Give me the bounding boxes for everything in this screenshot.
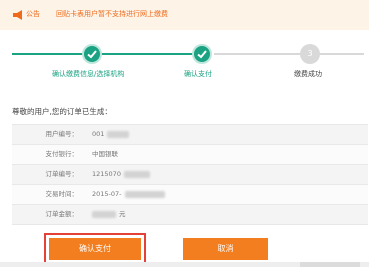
progress-line-complete xyxy=(12,53,202,55)
confirm-payment-button[interactable]: 确认支付 xyxy=(49,238,141,260)
notice-text: 回贴卡表用户暂不支持进行网上缴费 xyxy=(56,10,168,18)
step-1-label: 确认缴费信息/选择机构 xyxy=(52,70,125,78)
order-info-row-user-id: 用户编号： 001 xyxy=(12,125,368,145)
bank-label: 支付银行： xyxy=(45,150,79,158)
step-3-number: 3 xyxy=(300,44,320,64)
order-info-row-time: 交易时间： 2015-07- xyxy=(12,185,368,205)
progress-line-pending xyxy=(214,53,364,55)
amount-label: 订单金额： xyxy=(45,210,79,218)
bottom-status-icons xyxy=(300,262,360,267)
bank-value: 中国银联 xyxy=(92,150,118,158)
notice-bar: 公告 回贴卡表用户暂不支持进行网上缴费 xyxy=(0,0,369,30)
megaphone-icon xyxy=(13,10,22,20)
progress-steps: 确认缴费信息/选择机构 确认支付 3 缴费成功 xyxy=(0,36,369,86)
order-info-table: 用户编号： 001 支付银行： 中国银联 订单编号： 1215070 交易时间：… xyxy=(12,124,368,225)
order-info-row-order-number: 订单编号： 1215070 xyxy=(12,165,368,185)
time-value: 2015-07- xyxy=(92,189,165,199)
order-number-label: 订单编号： xyxy=(45,170,79,178)
notice-tag: 公告 xyxy=(26,10,40,18)
user-id-value: 001 xyxy=(92,129,130,139)
user-id-label: 用户编号： xyxy=(45,130,79,138)
order-info-row-amount: 订单金额： 元 xyxy=(12,205,368,225)
order-info-row-bank: 支付银行： 中国银联 xyxy=(12,145,368,165)
step-2-label: 确认支付 xyxy=(184,70,212,78)
amount-value: 元 xyxy=(92,209,126,219)
order-number-value: 1215070 xyxy=(92,169,150,179)
step-3-label: 缴费成功 xyxy=(294,70,322,78)
step-1-check-icon xyxy=(82,44,102,64)
order-greeting: 尊敬的用户,您的订单已生成： xyxy=(12,107,112,116)
time-label: 交易时间： xyxy=(45,190,79,198)
cancel-button[interactable]: 取消 xyxy=(183,238,268,260)
step-2-check-icon xyxy=(192,44,212,64)
